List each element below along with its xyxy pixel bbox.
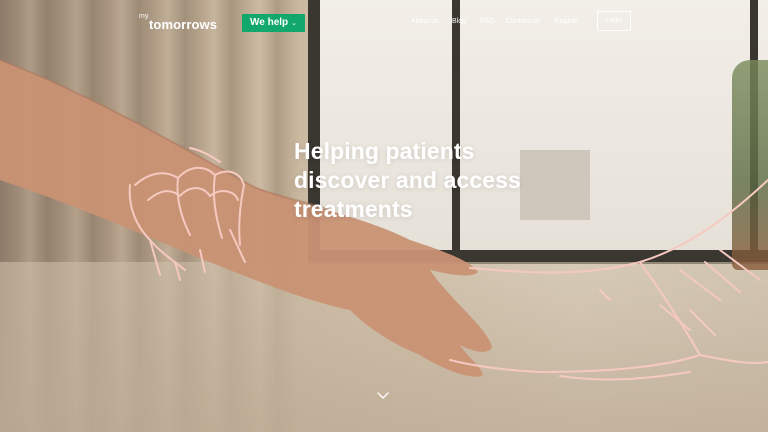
we-help-label: We help [250,17,289,28]
language-label: English [555,18,578,25]
login-button[interactable]: Login [597,11,631,31]
chevron-down-icon: ⌄ [579,19,585,25]
site-header: my tomorrows We help ⌄ About us Blog FAQ … [0,0,768,46]
hero-headline: Helping patients discover and access tre… [294,137,594,224]
nav-link-faq[interactable]: FAQ [480,16,494,28]
scroll-down-chevron-icon[interactable] [376,389,390,401]
logo-prefix: my [139,13,149,20]
logo-wordmark: tomorrows [149,17,218,32]
headline-line-3: treatments [294,196,413,222]
headline-line-2: discover and access [294,167,521,193]
chevron-down-icon: ⌄ [291,20,298,27]
nav-link-about-us[interactable]: About us [411,16,439,28]
headline-line-1: Helping patients [294,138,475,164]
nav-link-blog[interactable]: Blog [452,16,466,28]
nav-link-contact-us[interactable]: Contact us [506,16,539,28]
language-selector[interactable]: English ⌄ [555,16,584,28]
chevron-down-icon [377,392,389,399]
we-help-dropdown-button[interactable]: We help ⌄ [242,14,306,32]
